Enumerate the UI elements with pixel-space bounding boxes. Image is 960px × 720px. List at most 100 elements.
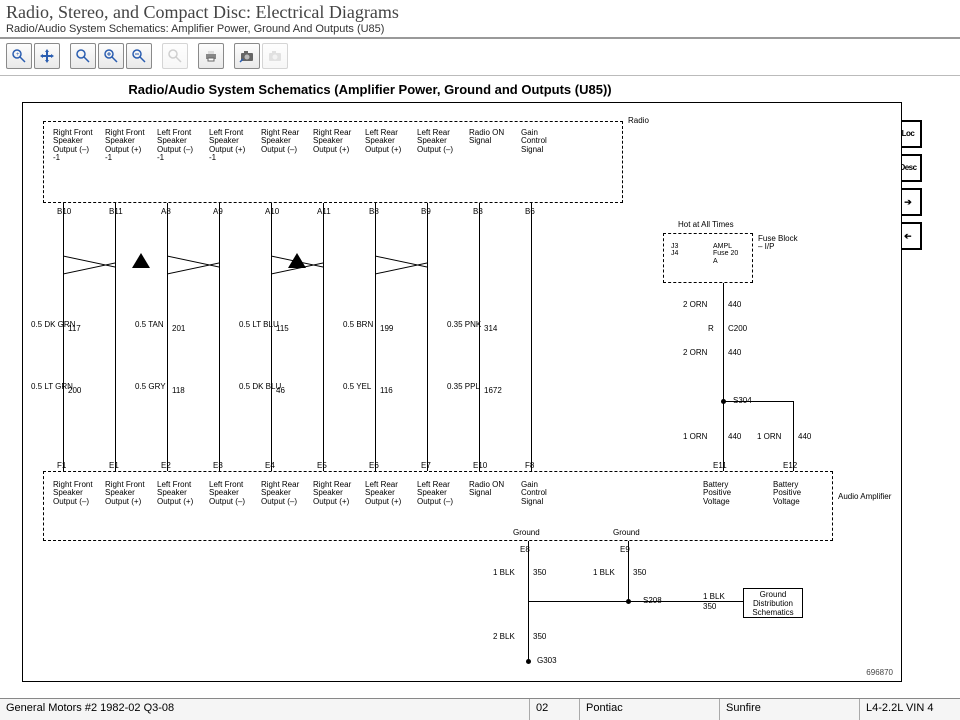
terminal-label: Right Front Speaker Output (+) -1 xyxy=(105,129,145,163)
terminal-label: Right Rear Speaker Output (+) xyxy=(313,129,353,154)
terminal-label: Left Rear Speaker Output (–) xyxy=(417,481,457,506)
terminal-label: Left Rear Speaker Output (+) xyxy=(365,129,405,154)
terminal-label: Left Front Speaker Output (–) -1 xyxy=(157,129,197,163)
status-bar: General Motors #2 1982-02 Q3-08 02 Ponti… xyxy=(0,698,960,720)
zoom-in-button[interactable] xyxy=(98,43,124,69)
snapshot-button[interactable] xyxy=(234,43,260,69)
ckt-label: 440 xyxy=(728,301,741,309)
arrow-right-icon: ➔ xyxy=(904,198,912,207)
fuse-pins-label: J3 J4 xyxy=(671,243,678,258)
pin-label: B3 xyxy=(473,207,483,216)
pin-label: E10 xyxy=(473,461,487,470)
pin-label: E3 xyxy=(213,461,223,470)
ckt-label: 314 xyxy=(484,325,497,333)
terminal-label: Right Rear Speaker Output (+) xyxy=(313,481,353,506)
pin-label: E2 xyxy=(161,461,171,470)
pin-label: E5 xyxy=(317,461,327,470)
pin-label: E9 xyxy=(620,545,630,554)
terminal-label: Radio ON Signal xyxy=(469,129,509,146)
wire-label: 2 BLK xyxy=(493,633,515,641)
wire-label: 1 ORN xyxy=(683,433,707,441)
toolbar: + xyxy=(0,39,960,75)
pin-label: B9 xyxy=(421,207,431,216)
hot-label: Hot at All Times xyxy=(678,221,734,229)
ckt-label: 1672 xyxy=(484,387,502,395)
terminal-label: Left Front Speaker Output (–) xyxy=(209,481,249,506)
radio-label: Radio xyxy=(628,117,649,125)
zoom-out-button[interactable] xyxy=(126,43,152,69)
document-number: 696870 xyxy=(866,668,893,677)
conn-label: R xyxy=(708,325,714,333)
pin-label: A9 xyxy=(213,207,223,216)
pin-label: E6 xyxy=(369,461,379,470)
fuse-inner-label: AMPL Fuse 20 A xyxy=(713,243,743,265)
pan-button[interactable] xyxy=(34,43,60,69)
ckt-label: 46 xyxy=(276,387,285,395)
terminal-label: Right Front Speaker Output (–) xyxy=(53,481,93,506)
pin-label: B8 xyxy=(369,207,379,216)
fuse-block-label: Fuse Block – I/P xyxy=(758,235,798,252)
terminal-label: Right Rear Speaker Output (–) xyxy=(261,481,301,506)
terminal-label: Right Front Speaker Output (+) xyxy=(105,481,145,506)
pin-label: B6 xyxy=(525,207,535,216)
ckt-label: 350 xyxy=(533,569,546,577)
wire-label: 1 BLK xyxy=(493,569,515,577)
zoom-fit-button[interactable] xyxy=(162,43,188,69)
ckt-label: 118 xyxy=(172,387,185,395)
ckt-label: 201 xyxy=(172,325,185,333)
pin-label: E8 xyxy=(520,545,530,554)
terminal-label: Left Rear Speaker Output (+) xyxy=(365,481,405,506)
page-subtitle: Radio/Audio System Schematics: Amplifier… xyxy=(6,23,954,37)
footer-year: 02 xyxy=(530,699,580,720)
svg-text:+: + xyxy=(16,52,20,58)
terminal-label: Battery Positive Voltage xyxy=(773,481,813,506)
print-button[interactable] xyxy=(198,43,224,69)
pin-label: F8 xyxy=(525,461,534,470)
pin-label: E4 xyxy=(265,461,275,470)
ckt-label: 440 xyxy=(798,433,811,441)
wire-label: 1 BLK xyxy=(593,569,615,577)
wire-label: 2 ORN xyxy=(683,349,707,357)
footer-make: Pontiac xyxy=(580,699,720,720)
ground-point-label: G303 xyxy=(537,657,557,665)
warning-icon xyxy=(288,253,306,268)
conn-label: C200 xyxy=(728,325,747,333)
ckt-label: 116 xyxy=(380,387,393,395)
ckt-label: 440 xyxy=(728,349,741,357)
ckt-label: 350 xyxy=(533,633,546,641)
ckt-label: 200 xyxy=(68,387,81,395)
ckt-label: 350 xyxy=(703,603,716,611)
pin-label: E1 xyxy=(109,461,119,470)
ckt-label: 115 xyxy=(276,325,289,333)
page-title: Radio, Stereo, and Compact Disc: Electri… xyxy=(6,2,954,23)
pin-label: E12 xyxy=(783,461,797,470)
zoom-rect-button[interactable]: + xyxy=(6,43,32,69)
terminal-label: Left Front Speaker Output (+) -1 xyxy=(209,129,249,163)
terminal-label: Right Front Speaker Output (–) -1 xyxy=(53,129,93,163)
camera-button[interactable] xyxy=(262,43,288,69)
pin-label: E11 xyxy=(713,461,727,470)
terminal-label: Right Rear Speaker Output (–) xyxy=(261,129,301,154)
zoom-tool-button[interactable] xyxy=(70,43,96,69)
pin-label: E7 xyxy=(421,461,431,470)
wire-label: 1 ORN xyxy=(757,433,781,441)
ckt-label: 350 xyxy=(633,569,646,577)
ground-label: Ground xyxy=(513,529,540,537)
ckt-label: 199 xyxy=(380,325,393,333)
ckt-label: 117 xyxy=(68,325,81,333)
ground-label: Ground xyxy=(613,529,640,537)
footer-source: General Motors #2 1982-02 Q3-08 xyxy=(0,699,530,720)
amplifier-label: Audio Amplifier xyxy=(838,493,891,501)
ckt-label: 440 xyxy=(728,433,741,441)
splice-label: S208 xyxy=(643,597,662,605)
pin-label: A8 xyxy=(161,207,171,216)
pin-label: A10 xyxy=(265,207,279,216)
wire-label: 1 BLK xyxy=(703,593,725,601)
pin-label: F1 xyxy=(57,461,66,470)
terminal-label: Battery Positive Voltage xyxy=(703,481,743,506)
diagram-viewer[interactable]: Radio/Audio System Schematics (Amplifier… xyxy=(0,80,960,695)
terminal-label: Left Front Speaker Output (+) xyxy=(157,481,197,506)
schematic-sheet: Radio Audio Amplifier Hot at All Times F… xyxy=(22,102,902,682)
terminal-label: Gain Control Signal xyxy=(521,481,561,506)
terminal-label: Left Rear Speaker Output (–) xyxy=(417,129,457,154)
